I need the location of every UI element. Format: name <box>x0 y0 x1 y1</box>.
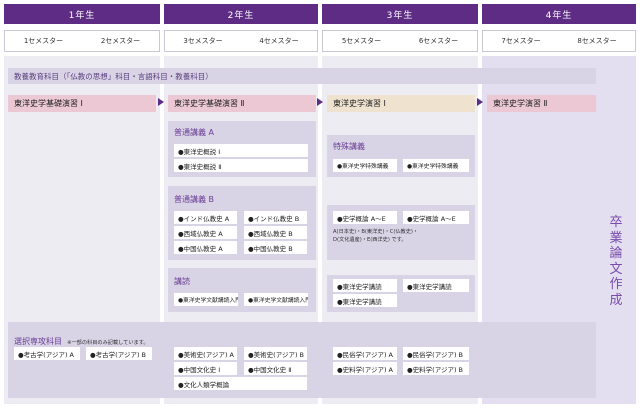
year3-header: 3年生 <box>322 4 478 24</box>
year2-semesters: 3セメスター 4セメスター <box>164 30 318 52</box>
special-lecture-section: 特殊講義 ●東洋史学特殊講義 ●東洋史学特殊講義 <box>327 135 475 177</box>
semester-label: 8セメスター <box>577 37 617 45</box>
lecture-b-section: 普通講義 B ●インド仏教史 A ●インド仏教史 B ●西域仏教史 A ●西域仏… <box>168 186 316 260</box>
semester-label: 5セメスター <box>341 37 382 45</box>
arrow-right-icon <box>158 98 164 106</box>
history-overview-item: ●史学概論 A～E <box>403 211 469 224</box>
elective-y1-item: ●考古学(アジア) B <box>86 347 152 360</box>
reading-y3-section: ●東洋史学講読 ●東洋史学講読 ●東洋史学講読 <box>327 275 475 312</box>
history-overview-item: ●史学概論 A～E <box>333 211 397 224</box>
general-education-band: 教養教育科目（「仏教の思想」科目・言語科目・教養科目） <box>8 68 596 84</box>
year4-semesters: 7セメスター 8セメスター <box>482 30 636 52</box>
reading-item: ●東洋史学文献講読入門 B <box>244 293 308 306</box>
history-overview-note: D(文化遺産)・E(西洋史) です。 <box>333 237 407 243</box>
special-lecture-item: ●東洋史学特殊講義 <box>403 159 469 172</box>
lecture-a-title: 普通講義 A <box>174 128 215 137</box>
history-overview-section: ●史学概論 A～E ●史学概論 A～E A(日本史)・B(東洋史)・C(仏教史)… <box>327 205 475 260</box>
special-lecture-title: 特殊講義 <box>333 142 365 151</box>
lecture-b-title: 普通講義 B <box>174 195 215 204</box>
lecture-a-item: ●東洋史概説 Ⅰ <box>174 144 308 157</box>
arrow-right-icon <box>477 98 483 106</box>
lecture-b-item: ●西域仏教史 A <box>174 226 237 239</box>
semester-label: 3セメスター <box>183 37 223 45</box>
semester-label: 4セメスター <box>259 37 299 45</box>
elective-section: 選択専攻科目 ※一部の科目のみ記載しています。 ●考古学(アジア) A ●考古学… <box>8 322 596 398</box>
special-lecture-item: ●東洋史学特殊講義 <box>333 159 397 172</box>
year3-semesters: 5セメスター 6セメスター <box>322 30 478 52</box>
reading-item: ●東洋史学文献講読入門 A <box>174 293 238 306</box>
year2-header: 2年生 <box>164 4 318 24</box>
lecture-b-item: ●インド仏教史 B <box>244 211 307 224</box>
reading-title: 講読 <box>174 277 190 286</box>
lecture-b-item: ●中国仏教史 B <box>244 241 307 254</box>
reading-y3-item: ●東洋史学講読 <box>333 279 397 292</box>
lecture-b-item: ●インド仏教史 A <box>174 211 237 224</box>
seminar-1: 東洋史学演習 Ⅰ <box>327 95 475 112</box>
elective-y2-item: ●美術史(アジア) A <box>174 347 237 360</box>
year4-header: 4年生 <box>482 4 636 24</box>
seminar-basic-1: 東洋史学基礎演習 Ⅰ <box>8 95 156 112</box>
elective-y3-item: ●史料学(アジア) A <box>333 362 397 375</box>
elective-y2-item: ●文化人類学概論 <box>174 377 307 390</box>
elective-y2-item: ●中国文化史 Ⅱ <box>244 362 307 375</box>
elective-note: ※一部の科目のみ記載しています。 <box>67 340 149 346</box>
elective-y2-item: ●美術史(アジア) B <box>244 347 307 360</box>
graduation-thesis-label: 卒業論文作成 <box>609 215 623 308</box>
elective-heading: 選択専攻科目 ※一部の科目のみ記載しています。 <box>14 329 149 348</box>
semester-label: 6セメスター <box>418 37 459 45</box>
elective-y3-item: ●史料学(アジア) B <box>403 362 469 375</box>
lecture-a-item: ●東洋史概説 Ⅱ <box>174 159 308 172</box>
reading-section: 講読 ●東洋史学文献講読入門 A ●東洋史学文献講読入門 B <box>168 268 316 312</box>
graduation-thesis: 卒業論文作成 <box>596 95 636 400</box>
reading-y3-item: ●東洋史学講読 <box>333 294 397 307</box>
elective-title: 選択専攻科目 <box>14 337 62 346</box>
semester-label: 2セメスター <box>100 37 141 45</box>
year1-header: 1年生 <box>4 4 160 24</box>
lecture-a-section: 普通講義 A ●東洋史概説 Ⅰ ●東洋史概説 Ⅱ <box>168 121 316 177</box>
elective-y1-item: ●考古学(アジア) A <box>14 347 80 360</box>
elective-y2-item: ●中国文化史 Ⅰ <box>174 362 237 375</box>
elective-y3-item: ●民俗学(アジア) A <box>333 347 397 360</box>
semester-label: 1セメスター <box>23 37 64 45</box>
history-overview-note: A(日本史)・B(東洋史)・C(仏教史)・ <box>333 229 419 235</box>
lecture-b-item: ●西域仏教史 B <box>244 226 307 239</box>
seminar-basic-2: 東洋史学基礎演習 Ⅱ <box>168 95 316 112</box>
reading-y3-item: ●東洋史学講読 <box>403 279 469 292</box>
seminar-2: 東洋史学演習 Ⅱ <box>487 95 596 112</box>
semester-label: 7セメスター <box>501 37 541 45</box>
elective-y3-item: ●民俗学(アジア) B <box>403 347 469 360</box>
arrow-right-icon <box>317 98 323 106</box>
year1-semesters: 1セメスター 2セメスター <box>4 30 160 52</box>
lecture-b-item: ●中国仏教史 A <box>174 241 237 254</box>
